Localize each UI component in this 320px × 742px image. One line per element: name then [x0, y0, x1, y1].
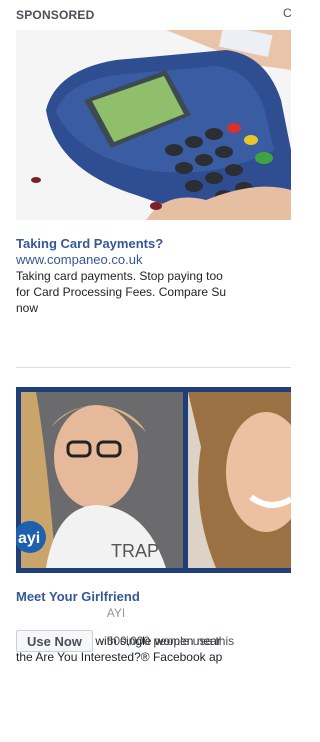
ayi-logo-text: ayi	[18, 530, 40, 547]
usage-count-text: · 500,000 people use this	[99, 634, 235, 648]
ad-body-line: now	[16, 301, 39, 315]
ad-card-payments[interactable]: Taking Card Payments? www.companeo.co.uk…	[16, 30, 291, 316]
women-photo-illustration: TRAP ayi	[16, 387, 291, 573]
sponsored-header: SPONSORED C	[16, 6, 292, 22]
ad-image-card-terminal[interactable]	[16, 30, 291, 220]
ad-subtitle: AYI	[106, 606, 126, 620]
ad-meet-your-girlfriend[interactable]: TRAP ayi Meet Your Girlfriend AYI Meet a…	[16, 387, 291, 687]
svg-text:TRAP: TRAP	[111, 541, 159, 561]
create-ad-link[interactable]: C	[283, 6, 292, 20]
use-now-button[interactable]: Use Now	[16, 630, 93, 652]
ad-divider	[16, 367, 291, 368]
ad-image-women[interactable]: TRAP ayi	[16, 387, 291, 573]
ad-url[interactable]: www.companeo.co.uk	[16, 252, 291, 268]
sponsored-label: SPONSORED	[16, 8, 95, 22]
ad-body-line: for Card Processing Fees. Compare Su	[16, 285, 227, 299]
ad-cta-row: Use Now · 500,000 people use this	[16, 630, 291, 658]
ad-title[interactable]: Taking Card Payments?	[16, 236, 291, 252]
ad-body-line: Taking card payments. Stop paying too	[16, 269, 223, 283]
ad-title[interactable]: Meet Your Girlfriend	[16, 589, 291, 605]
card-terminal-illustration	[16, 30, 291, 220]
